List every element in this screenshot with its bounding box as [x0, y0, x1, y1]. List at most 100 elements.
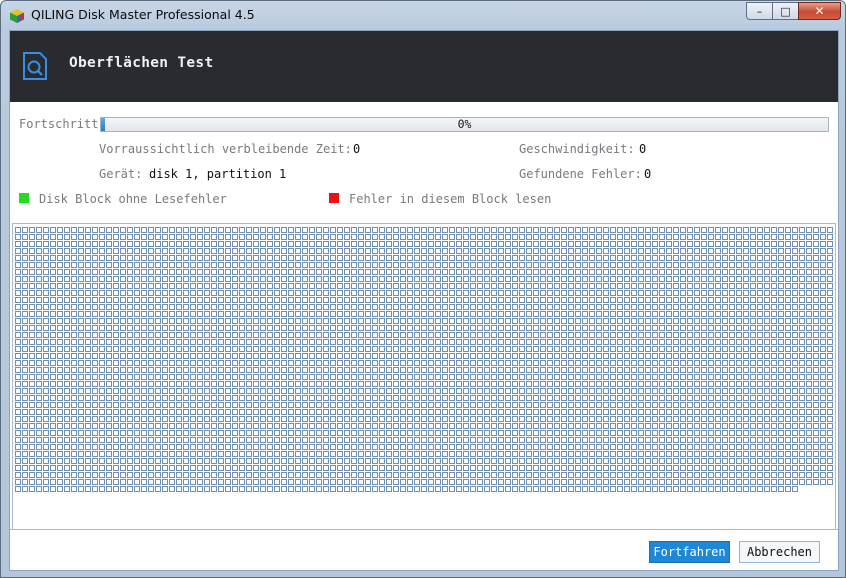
- disk-block: [764, 227, 770, 233]
- disk-block: [288, 451, 294, 457]
- disk-block: [463, 465, 469, 471]
- disk-block: [729, 451, 735, 457]
- disk-block: [806, 346, 812, 352]
- disk-block: [659, 283, 665, 289]
- continue-button[interactable]: Fortfahren: [649, 541, 730, 563]
- disk-block: [603, 486, 609, 492]
- disk-block: [694, 241, 700, 247]
- disk-block: [99, 416, 105, 422]
- disk-block: [64, 409, 70, 415]
- disk-block: [673, 227, 679, 233]
- disk-block: [260, 262, 266, 268]
- disk-block: [393, 227, 399, 233]
- disk-block: [617, 297, 623, 303]
- disk-block: [218, 381, 224, 387]
- disk-block: [15, 318, 21, 324]
- disk-block: [302, 381, 308, 387]
- disk-block: [526, 486, 532, 492]
- disk-block: [169, 283, 175, 289]
- disk-block: [57, 444, 63, 450]
- maximize-button[interactable]: □: [772, 2, 798, 20]
- disk-block: [624, 479, 630, 485]
- disk-block: [484, 374, 490, 380]
- close-button[interactable]: ✕: [798, 2, 841, 20]
- title-bar[interactable]: QILING Disk Master Professional 4.5 – □ …: [1, 1, 845, 29]
- disk-block: [71, 465, 77, 471]
- disk-block: [659, 262, 665, 268]
- disk-block: [155, 486, 161, 492]
- disk-block: [547, 227, 553, 233]
- disk-block: [666, 346, 672, 352]
- disk-block: [764, 409, 770, 415]
- disk-block: [785, 465, 791, 471]
- disk-block: [155, 283, 161, 289]
- disk-block: [827, 353, 833, 359]
- disk-block: [771, 325, 777, 331]
- disk-block: [582, 318, 588, 324]
- disk-block: [582, 325, 588, 331]
- disk-block: [64, 395, 70, 401]
- disk-block: [610, 276, 616, 282]
- disk-block: [792, 444, 798, 450]
- disk-block: [323, 269, 329, 275]
- disk-block: [260, 325, 266, 331]
- disk-block: [421, 283, 427, 289]
- disk-block: [253, 276, 259, 282]
- disk-block: [57, 318, 63, 324]
- disk-block: [323, 479, 329, 485]
- disk-block: [820, 353, 826, 359]
- disk-block: [169, 318, 175, 324]
- disk-block: [785, 269, 791, 275]
- minimize-button[interactable]: –: [746, 2, 772, 20]
- disk-block: [197, 332, 203, 338]
- disk-block: [701, 234, 707, 240]
- disk-block: [211, 297, 217, 303]
- disk-block: [71, 437, 77, 443]
- disk-block: [225, 423, 231, 429]
- disk-block: [50, 458, 56, 464]
- disk-block: [673, 451, 679, 457]
- disk-block: [778, 353, 784, 359]
- disk-block: [708, 283, 714, 289]
- cancel-button[interactable]: Abbrechen: [739, 541, 820, 563]
- disk-block: [344, 409, 350, 415]
- disk-block: [547, 269, 553, 275]
- disk-block: [568, 437, 574, 443]
- disk-block: [428, 423, 434, 429]
- disk-block: [736, 437, 742, 443]
- disk-block: [183, 325, 189, 331]
- disk-block: [792, 458, 798, 464]
- disk-block: [519, 423, 525, 429]
- disk-block: [414, 479, 420, 485]
- disk-block: [393, 444, 399, 450]
- disk-block: [176, 255, 182, 261]
- disk-block: [218, 423, 224, 429]
- disk-block: [421, 444, 427, 450]
- disk-block: [281, 353, 287, 359]
- disk-block: [316, 346, 322, 352]
- disk-block: [785, 248, 791, 254]
- disk-block: [743, 458, 749, 464]
- disk-block: [463, 332, 469, 338]
- disk-block: [169, 402, 175, 408]
- disk-block: [498, 395, 504, 401]
- disk-block: [372, 451, 378, 457]
- disk-block: [456, 297, 462, 303]
- disk-block: [505, 409, 511, 415]
- disk-block: [533, 297, 539, 303]
- disk-block: [722, 311, 728, 317]
- disk-block: [449, 458, 455, 464]
- disk-block: [582, 486, 588, 492]
- disk-block: [400, 283, 406, 289]
- disk-block: [659, 458, 665, 464]
- disk-block: [701, 472, 707, 478]
- disk-block: [757, 332, 763, 338]
- disk-block: [330, 304, 336, 310]
- disk-block: [99, 318, 105, 324]
- disk-block: [400, 318, 406, 324]
- disk-block: [197, 395, 203, 401]
- disk-block: [589, 381, 595, 387]
- disk-block: [85, 388, 91, 394]
- disk-block: [540, 269, 546, 275]
- disk-block: [309, 276, 315, 282]
